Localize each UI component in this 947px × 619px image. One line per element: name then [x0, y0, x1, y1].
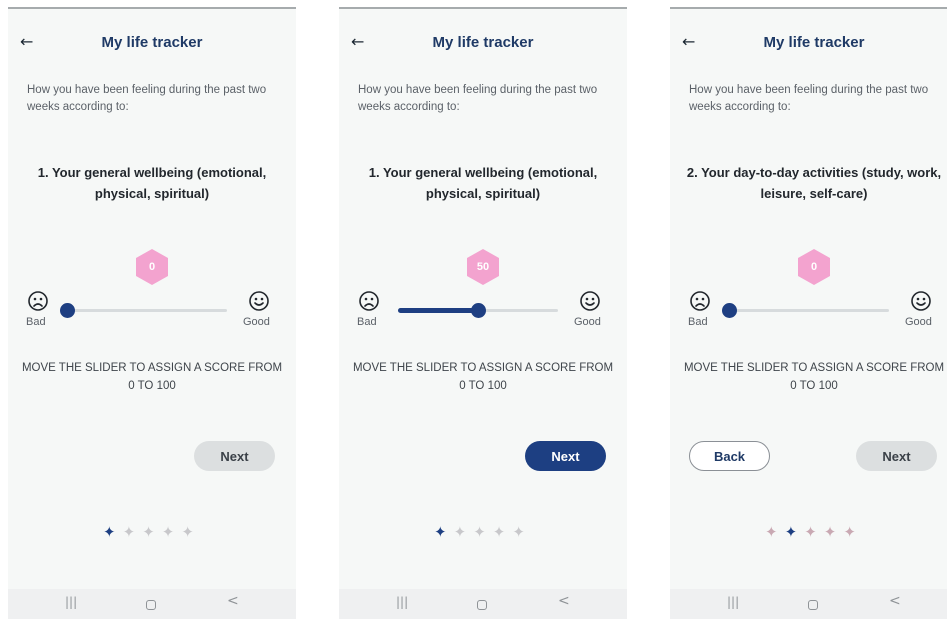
happy-face-icon — [910, 290, 932, 312]
phone-screen-2: ← My life tracker How you have been feel… — [339, 7, 627, 619]
intro-text: How you have been feeling during the pas… — [27, 84, 267, 113]
system-back-icon[interactable]: < — [227, 593, 239, 609]
slider-fill — [398, 308, 478, 313]
page-title: My life tracker — [763, 34, 865, 51]
intro-text: How you have been feeling during the pas… — [358, 84, 598, 113]
happy-face-icon — [248, 290, 270, 312]
good-label: Good — [243, 316, 270, 328]
sad-face-icon — [689, 290, 711, 312]
score-slider[interactable] — [398, 303, 558, 318]
question-text: 1. Your general wellbeing (emotional, ph… — [37, 165, 267, 201]
slider-thumb[interactable] — [471, 303, 486, 318]
slider-instruction: MOVE THE SLIDER TO ASSIGN A SCORE FROM 0… — [21, 362, 283, 392]
page-title: My life tracker — [432, 34, 534, 51]
good-label: Good — [905, 316, 932, 328]
sad-face-icon — [27, 290, 49, 312]
question-text: 1. Your general wellbeing (emotional, ph… — [368, 165, 598, 201]
next-button[interactable]: Next — [525, 441, 606, 471]
step-star-icon: ✦ — [784, 523, 805, 541]
happy-face-icon — [579, 290, 601, 312]
sad-face-icon — [358, 290, 380, 312]
page-title: My life tracker — [101, 34, 203, 51]
good-label: Good — [574, 316, 601, 328]
system-back-icon[interactable]: < — [889, 593, 901, 609]
step-star-icon: ✦ — [103, 523, 123, 541]
intro-text: How you have been feeling during the pas… — [689, 84, 929, 113]
home-icon[interactable] — [477, 600, 487, 610]
home-icon[interactable] — [808, 600, 818, 610]
step-star-icon: ✦ — [492, 523, 513, 541]
step-star-icon: ✦ — [181, 523, 201, 541]
step-indicator: ✦✦✦✦✦ — [8, 522, 296, 542]
step-star-icon: ✦ — [765, 523, 785, 541]
step-star-icon: ✦ — [453, 523, 474, 541]
step-star-icon: ✦ — [804, 523, 824, 541]
bad-label: Bad — [26, 316, 46, 328]
score-badge: 0 — [136, 249, 168, 285]
step-star-icon: ✦ — [161, 523, 182, 541]
score-badge: 0 — [798, 249, 830, 285]
phone-screen-1: ← My life tracker How you have been feel… — [8, 7, 296, 619]
step-star-icon: ✦ — [843, 523, 863, 541]
recent-apps-icon[interactable]: ||| — [727, 595, 739, 609]
slider-thumb[interactable] — [60, 303, 75, 318]
step-star-icon: ✦ — [142, 523, 162, 541]
system-back-icon[interactable]: < — [558, 593, 570, 609]
score-slider[interactable] — [722, 303, 889, 318]
system-nav-bar: ||| < — [8, 589, 296, 619]
step-star-icon: ✦ — [122, 523, 143, 541]
step-indicator: ✦✦✦✦✦ — [339, 522, 627, 542]
score-slider[interactable] — [60, 303, 227, 318]
score-badge: 50 — [467, 249, 499, 285]
system-nav-bar: ||| < — [670, 589, 947, 619]
slider-thumb[interactable] — [722, 303, 737, 318]
step-star-icon: ✦ — [434, 523, 454, 541]
next-button[interactable]: Next — [194, 441, 275, 471]
question-text: 2. Your day-to-day activities (study, wo… — [686, 165, 942, 201]
phone-screen-3: ← My life tracker How you have been feel… — [670, 7, 947, 619]
step-star-icon: ✦ — [473, 523, 493, 541]
next-button[interactable]: Next — [856, 441, 937, 471]
bad-label: Bad — [688, 316, 708, 328]
back-button[interactable]: Back — [689, 441, 770, 471]
screenshot-stage: ← My life tracker How you have been feel… — [0, 0, 947, 619]
system-nav-bar: ||| < — [339, 589, 627, 619]
step-star-icon: ✦ — [512, 523, 532, 541]
slider-instruction: MOVE THE SLIDER TO ASSIGN A SCORE FROM 0… — [352, 362, 614, 392]
recent-apps-icon[interactable]: ||| — [65, 595, 77, 609]
step-star-icon: ✦ — [823, 523, 844, 541]
step-indicator: ✦✦✦✦✦ — [670, 522, 947, 542]
bad-label: Bad — [357, 316, 377, 328]
slider-instruction: MOVE THE SLIDER TO ASSIGN A SCORE FROM 0… — [683, 362, 945, 392]
recent-apps-icon[interactable]: ||| — [396, 595, 408, 609]
home-icon[interactable] — [146, 600, 156, 610]
